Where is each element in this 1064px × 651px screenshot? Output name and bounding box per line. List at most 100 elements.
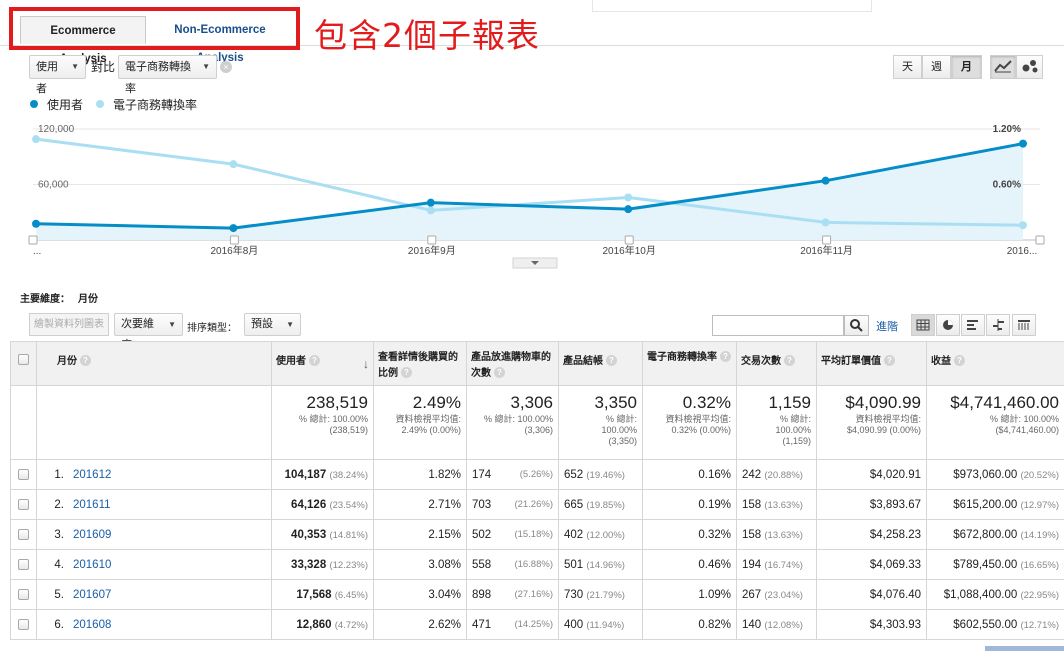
users-point[interactable] — [32, 219, 40, 228]
clear-icon[interactable]: × — [220, 61, 232, 73]
header-label: 收益 — [931, 356, 951, 367]
month-link[interactable]: 201607 — [73, 589, 111, 601]
day-button[interactable]: 天 — [893, 55, 922, 79]
conversion-point[interactable] — [229, 160, 238, 169]
sort-type-select[interactable]: 預設 ▼ — [244, 313, 301, 336]
month-button[interactable]: 月 — [951, 55, 982, 79]
checkout-pct: (14.96%) — [586, 559, 625, 571]
row-checkbox[interactable] — [18, 528, 29, 540]
users-point[interactable] — [624, 205, 633, 214]
metric1-select[interactable]: 使用者 ▼ — [29, 55, 86, 95]
annotation-text: 包含2個子報表 — [314, 16, 540, 55]
add-cart-cell: 502 (15.18%) — [466, 519, 559, 550]
view-buy-cell: 3.08% — [373, 549, 467, 580]
month-link[interactable]: 201608 — [73, 619, 111, 631]
pivot-view-button[interactable] — [1012, 314, 1036, 336]
row-checkbox[interactable] — [18, 588, 29, 600]
x-axis-tick-label: 2016年11月 — [800, 244, 853, 257]
motion-chart-button[interactable] — [1016, 55, 1043, 79]
comparison-view-button[interactable] — [986, 314, 1010, 336]
pie-view-button[interactable] — [936, 314, 960, 336]
help-icon[interactable]: ? — [954, 355, 965, 366]
annotation-marker-icon[interactable] — [229, 235, 239, 245]
header-view-buy[interactable]: 查看詳情後購買的比例? — [373, 341, 467, 386]
header-revenue[interactable]: 收益? — [926, 341, 1064, 386]
month-link[interactable]: 201612 — [73, 469, 111, 481]
conversion-point[interactable] — [1019, 221, 1027, 230]
header-aov[interactable]: 平均訂單價值? — [816, 341, 927, 386]
checkout-value: 501 — [564, 558, 584, 571]
line-chart[interactable]: 120,000 60,000 1.20% 0.60%... 2016年8月 2016年9月… — [0, 112, 1064, 272]
secondary-dimension-select[interactable]: 次要維度 ▼ — [114, 313, 183, 351]
row-checkbox[interactable] — [18, 498, 29, 510]
row-checkbox[interactable] — [18, 558, 29, 570]
users-point[interactable] — [821, 176, 830, 185]
week-button[interactable]: 週 — [922, 55, 951, 79]
users-pct: (14.81%) — [329, 529, 368, 541]
users-value: 17,568 — [296, 588, 332, 601]
row-checkbox[interactable] — [18, 618, 29, 630]
header-conversion[interactable]: 電子商務轉換率? — [642, 341, 737, 386]
users-point[interactable] — [229, 224, 238, 233]
bar-view-button[interactable] — [961, 314, 985, 336]
primary-dimension-value[interactable]: 月份 — [78, 294, 98, 305]
users-cell: 17,568 (6.45%) — [271, 579, 374, 610]
help-icon[interactable]: ? — [80, 355, 91, 366]
users-cell: 40,353 (14.81%) — [271, 519, 374, 550]
sort-type-value: 預設 — [251, 318, 273, 330]
pie-chart-icon — [943, 320, 953, 330]
users-point[interactable] — [1019, 139, 1027, 148]
month-link[interactable]: 201609 — [73, 529, 111, 541]
header-users[interactable]: 使用者? ↓ — [271, 341, 374, 386]
header-label: 查看詳情後購買的比例 — [378, 352, 458, 379]
row-checkbox-cell — [10, 519, 37, 550]
conversion-point[interactable] — [426, 206, 435, 215]
checkout-pct: (19.85%) — [586, 499, 625, 511]
annotation-marker-icon[interactable] — [624, 235, 634, 245]
annotation-marker-icon[interactable] — [427, 235, 437, 245]
table-row: 3. 201609 40,353 (14.81%) 2.15% 502 (15.18%)… — [10, 519, 1064, 550]
header-month[interactable]: 月份? — [36, 341, 272, 386]
line-chart-button[interactable] — [990, 55, 1016, 79]
month-link[interactable]: 201611 — [73, 499, 111, 511]
help-icon[interactable]: ? — [494, 367, 505, 378]
legend-item-users[interactable]: 使用者 — [30, 96, 83, 113]
row-checkbox[interactable] — [18, 468, 29, 480]
conversion-point[interactable] — [624, 193, 633, 202]
transactions-pct: (16.74%) — [764, 559, 803, 571]
annotation-marker-icon[interactable] — [28, 235, 38, 245]
month-link[interactable]: 201610 — [73, 559, 111, 571]
annotation-marker-icon[interactable] — [822, 235, 832, 245]
revenue-cell: $1,088,400.00 (22.95%) — [926, 579, 1064, 610]
annotation-marker-icon[interactable] — [1035, 235, 1045, 245]
help-icon[interactable]: ? — [784, 355, 795, 366]
table-search-input[interactable] — [712, 315, 844, 336]
advanced-link[interactable]: 進階 — [876, 318, 898, 334]
plot-rows-button[interactable]: 繪製資料列圖表 — [29, 313, 109, 336]
help-icon[interactable]: ? — [720, 351, 731, 362]
users-point[interactable] — [426, 198, 435, 207]
chevron-down-icon: ▼ — [168, 320, 176, 329]
chevron-down-icon: ▼ — [71, 62, 79, 71]
conversion-point[interactable] — [821, 218, 830, 227]
select-all-checkbox[interactable] — [18, 353, 29, 365]
header-add-cart[interactable]: 產品放進購物車的次數? — [466, 341, 559, 386]
table-view-button[interactable] — [911, 314, 935, 336]
revenue-value: $1,088,400.00 — [943, 588, 1018, 601]
scroll-indicator[interactable] — [985, 646, 1064, 651]
x-axis-tick-label: 2016年8月 — [210, 244, 258, 257]
help-icon[interactable]: ? — [606, 355, 617, 366]
metric2-select[interactable]: 電子商務轉換率 ▼ — [118, 55, 217, 95]
metric2-label: 電子商務轉換率 — [125, 61, 191, 95]
help-icon[interactable]: ? — [884, 355, 895, 366]
totals-row: 238,519% 總計: 100.00% (238,519) 2.49% 資料檢視平… — [10, 385, 1064, 460]
header-checkout[interactable]: 產品結帳? — [558, 341, 643, 386]
header-transactions[interactable]: 交易次數? — [736, 341, 817, 386]
legend-item-conversion[interactable]: 電子商務轉換率 — [96, 96, 197, 113]
pivot-icon — [1018, 320, 1030, 330]
conversion-cell: 0.16% — [642, 459, 737, 490]
help-icon[interactable]: ? — [309, 355, 320, 366]
conversion-point[interactable] — [32, 135, 40, 144]
search-button[interactable] — [844, 315, 869, 336]
help-icon[interactable]: ? — [401, 367, 412, 378]
